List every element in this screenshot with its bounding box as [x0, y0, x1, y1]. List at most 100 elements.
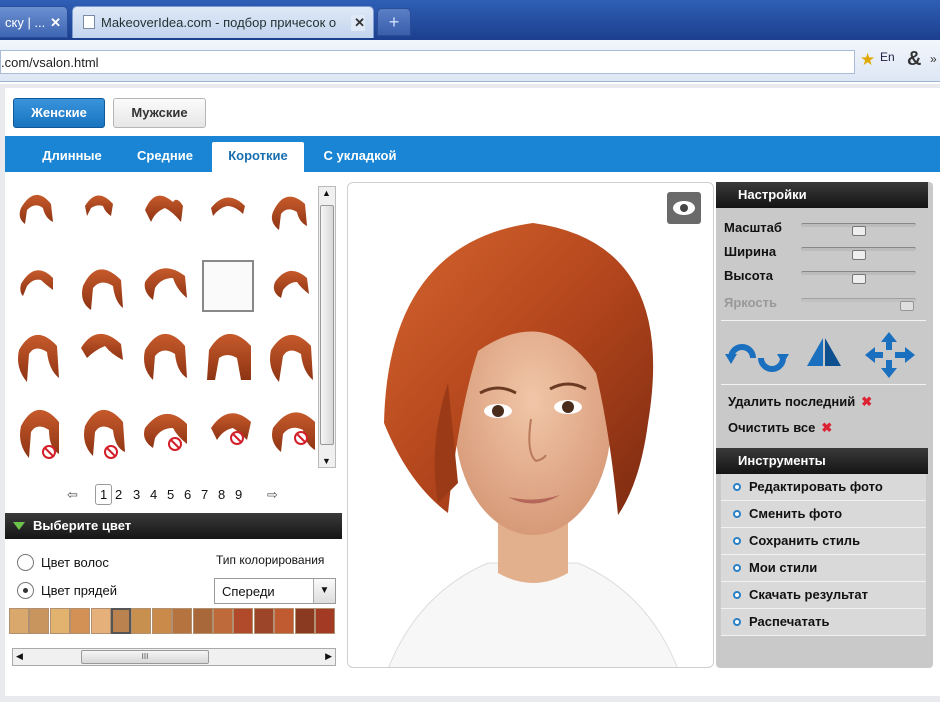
hairstyle-thumbnails — [18, 194, 315, 459]
color-swatch[interactable] — [29, 608, 50, 634]
divider — [721, 320, 926, 321]
browser-tab-inactive[interactable]: ску | ... ✕ — [0, 6, 68, 38]
color-swatch[interactable] — [49, 608, 70, 634]
color-swatch[interactable] — [192, 608, 213, 634]
radio-strand-color[interactable] — [17, 582, 34, 599]
scroll-left-icon[interactable]: ◀ — [16, 651, 23, 662]
close-tab-icon[interactable]: ✕ — [351, 15, 365, 31]
scroll-up-icon[interactable]: ▲ — [322, 188, 331, 198]
prev-page-icon[interactable]: ⇦ — [67, 487, 78, 503]
radio-hair-color[interactable] — [17, 554, 34, 571]
coloring-type-label: Тип колорирования — [216, 553, 325, 567]
tab-long[interactable]: Длинные — [27, 142, 117, 172]
bullet-icon — [733, 618, 741, 626]
scroll-down-icon[interactable]: ▼ — [322, 456, 331, 466]
color-swatch[interactable] — [172, 608, 193, 634]
brightness-slider — [801, 298, 916, 302]
color-swatch[interactable] — [294, 608, 315, 634]
bullet-icon — [733, 483, 741, 491]
hairstyle-scrollbar[interactable]: ▲ ▼ — [318, 186, 336, 468]
makeover-app: Женские Мужские Длинные Средние Короткие… — [5, 88, 940, 696]
color-swatch[interactable] — [274, 608, 295, 634]
star-icon[interactable]: ★ — [860, 50, 875, 70]
page-link[interactable]: 4 — [150, 487, 157, 502]
page-current[interactable]: 1 — [95, 484, 113, 505]
slider-label-scale: Масштаб — [724, 220, 782, 235]
tools-header: Инструменты — [716, 448, 928, 474]
scroll-thumb[interactable] — [320, 205, 334, 445]
swatch-scrollbar[interactable]: ◀ III ▶ — [12, 648, 336, 666]
close-tab-icon[interactable]: ✕ — [50, 15, 61, 31]
clear-all-label: Очистить все — [728, 420, 816, 435]
eye-icon[interactable] — [667, 192, 701, 224]
height-slider-knob[interactable] — [851, 274, 866, 284]
tab-styled[interactable]: С укладкой — [310, 142, 410, 172]
move-icon — [865, 332, 915, 378]
selected-hairstyle[interactable] — [202, 260, 254, 312]
bullet-icon — [733, 510, 741, 518]
new-tab-button[interactable]: + — [377, 8, 411, 36]
scale-slider-knob[interactable] — [851, 226, 866, 236]
delete-last-label: Удалить последний — [728, 394, 856, 409]
print-item[interactable]: Распечатать — [721, 609, 926, 636]
width-slider-knob[interactable] — [851, 250, 866, 260]
slider-label-height: Высота — [724, 268, 773, 283]
chevron-down-icon[interactable]: ▼ — [313, 579, 335, 603]
browser-tab-active[interactable]: MakeoverIdea.com - подбор причесок о ✕ — [72, 6, 374, 38]
coloring-type-value: Спереди — [222, 584, 275, 599]
men-button[interactable]: Мужские — [113, 98, 206, 128]
model-photo — [384, 223, 678, 667]
clear-all-button[interactable]: Очистить все ✖ — [728, 420, 832, 436]
tool-label: Редактировать фото — [749, 479, 883, 494]
scroll-thumb[interactable]: III — [81, 650, 209, 664]
photo-preview[interactable] — [347, 182, 714, 668]
bullet-icon — [733, 591, 741, 599]
page-link[interactable]: 3 — [133, 487, 140, 502]
remove-icon: ✖ — [821, 420, 833, 435]
color-swatch[interactable] — [315, 608, 335, 634]
download-result-item[interactable]: Скачать результат — [721, 582, 926, 609]
color-swatch[interactable] — [90, 608, 111, 634]
page-link[interactable]: 2 — [115, 487, 122, 502]
brightness-slider-knob — [899, 301, 914, 311]
page-link[interactable]: 9 — [235, 487, 242, 502]
bullet-icon — [733, 537, 741, 545]
chevron-right-icon[interactable]: » — [930, 52, 937, 66]
tool-label: Сохранить стиль — [749, 533, 861, 548]
page-link[interactable]: 7 — [201, 487, 208, 502]
delete-last-button[interactable]: Удалить последний ✖ — [728, 394, 872, 410]
url-field[interactable]: .com/vsalon.html — [0, 50, 855, 74]
strand-color-label: Цвет прядей — [41, 583, 117, 598]
tool-label: Сменить фото — [749, 506, 843, 521]
color-swatch[interactable] — [213, 608, 233, 634]
change-photo-item[interactable]: Сменить фото — [721, 501, 926, 528]
scroll-right-icon[interactable]: ▶ — [325, 651, 332, 662]
flip-icon — [807, 338, 841, 366]
my-styles-item[interactable]: Мои стили — [721, 555, 926, 582]
color-swatch[interactable] — [111, 608, 131, 634]
ampersand-icon[interactable]: & — [907, 48, 921, 71]
coloring-type-select[interactable]: Спереди ▼ — [214, 578, 336, 604]
color-swatch[interactable] — [131, 608, 152, 634]
tab-medium[interactable]: Средние — [121, 142, 209, 172]
next-page-icon[interactable]: ⇨ — [267, 487, 278, 503]
page-link[interactable]: 8 — [218, 487, 225, 502]
color-swatch[interactable] — [253, 608, 274, 634]
collapse-triangle-icon[interactable] — [13, 522, 25, 530]
tab-short[interactable]: Короткие — [212, 142, 304, 172]
save-style-item[interactable]: Сохранить стиль — [721, 528, 926, 555]
page-link[interactable]: 5 — [167, 487, 174, 502]
color-swatch[interactable] — [9, 608, 29, 634]
color-panel-header[interactable]: Выберите цвет — [5, 513, 342, 539]
tab-title: ску | ... — [5, 15, 46, 30]
women-button[interactable]: Женские — [13, 98, 105, 128]
hair-color-label: Цвет волос — [41, 555, 109, 570]
color-swatch[interactable] — [70, 608, 91, 634]
address-bar-area: .com/vsalon.html — [0, 40, 940, 82]
edit-photo-item[interactable]: Редактировать фото — [721, 474, 926, 501]
page-link[interactable]: 6 — [184, 487, 191, 502]
translate-icon[interactable]: En — [880, 50, 895, 64]
slider-label-brightness: Яркость — [724, 295, 777, 310]
color-swatch[interactable] — [151, 608, 172, 634]
color-swatch[interactable] — [233, 608, 254, 634]
